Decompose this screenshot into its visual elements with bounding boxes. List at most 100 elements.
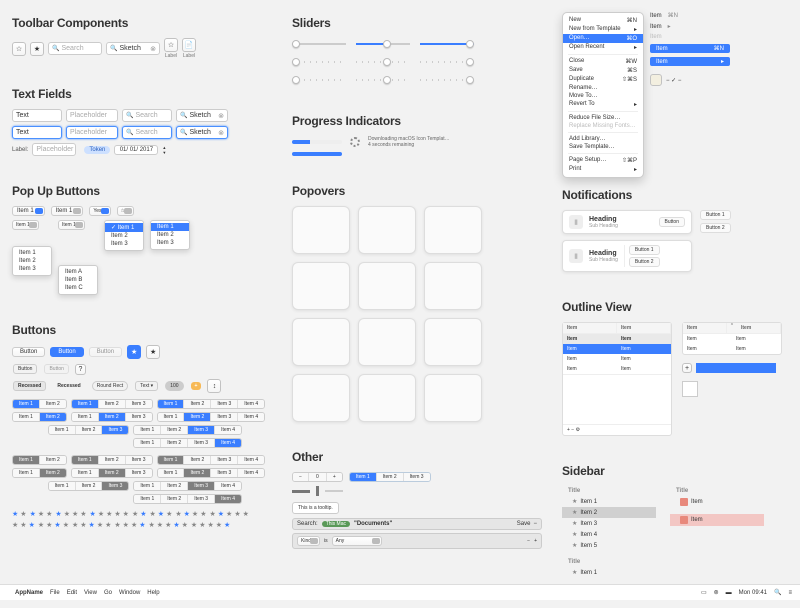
menu-item[interactable]: Save Template…: [563, 143, 643, 151]
notif-button[interactable]: Button: [659, 217, 685, 227]
seg-item[interactable]: Item 3: [211, 456, 238, 464]
spotlight-icon[interactable]: 🔍: [774, 589, 781, 596]
seg-item[interactable]: Item 4: [215, 439, 241, 447]
menu-window[interactable]: Window: [119, 590, 140, 596]
seg-item[interactable]: Item 3: [211, 413, 238, 421]
expand-button[interactable]: ↕: [207, 379, 221, 393]
menu-edit[interactable]: Edit: [67, 590, 77, 596]
searchfield-typed-focused[interactable]: 🔍Sketch⊗: [176, 126, 228, 139]
date-field[interactable]: 01/ 01/ 2017: [114, 145, 158, 155]
slider-ticks[interactable]: [420, 56, 474, 68]
row-selected[interactable]: Item: [563, 344, 617, 354]
seg-item[interactable]: Item 3: [126, 469, 152, 477]
seg-item[interactable]: Item 2: [161, 495, 188, 503]
seg-item[interactable]: Item 1: [134, 495, 161, 503]
rule-any[interactable]: Any: [332, 536, 382, 546]
help-button[interactable]: ?: [75, 364, 86, 375]
seg-item[interactable]: Item 3: [126, 413, 152, 421]
menu-item[interactable]: Item 1: [13, 249, 51, 257]
slider-ticks[interactable]: [356, 74, 410, 86]
seg-item[interactable]: Item 1: [72, 456, 99, 464]
menu-item[interactable]: Item 2: [13, 257, 51, 265]
minus-icon[interactable]: −: [533, 521, 537, 527]
menu-item[interactable]: Page Setup…⇧⌘P: [563, 156, 643, 165]
popup-button[interactable]: Item 1: [12, 206, 45, 216]
list-item[interactable]: Item: [650, 13, 662, 19]
textfield-placeholder[interactable]: Placeholder: [66, 109, 118, 122]
text-chip[interactable]: Text ▾: [135, 381, 158, 391]
seg-item[interactable]: Item 1: [158, 400, 185, 408]
seg-item[interactable]: Item 2: [40, 413, 66, 421]
seg-item[interactable]: Item 3: [126, 400, 152, 408]
seg-item[interactable]: Item 2: [99, 413, 126, 421]
wifi-icon[interactable]: ⊚: [714, 589, 719, 596]
color-swatch[interactable]: [650, 74, 662, 86]
menu-item[interactable]: Item 3: [13, 265, 51, 273]
button-primary[interactable]: Button: [50, 347, 83, 357]
menu-item[interactable]: Open…⌘O: [563, 34, 643, 43]
button-icon[interactable]: ★: [146, 345, 160, 359]
save-link[interactable]: Save: [517, 521, 531, 527]
menu-item[interactable]: Close⌘W: [563, 57, 643, 66]
battery-icon[interactable]: ▬: [726, 590, 732, 596]
display-icon[interactable]: ▭: [701, 589, 707, 596]
seg-item[interactable]: Item 4: [215, 495, 241, 503]
slider[interactable]: [292, 38, 346, 50]
toolbar-search-typed[interactable]: 🔍Sketch⊗: [106, 42, 160, 55]
list-item[interactable]: ★Item 1: [562, 567, 656, 578]
seg-item[interactable]: Item 1: [158, 413, 185, 421]
plus-button[interactable]: +: [191, 382, 202, 390]
row[interactable]: Item: [617, 334, 671, 344]
col-header[interactable]: Item: [563, 323, 617, 333]
menu-item[interactable]: New⌘N: [563, 16, 643, 25]
menu-item[interactable]: Item B: [59, 276, 97, 284]
add-button[interactable]: +: [682, 363, 692, 373]
list-item-selected[interactable]: Item: [656, 59, 668, 65]
textfield-placeholder-focused[interactable]: Placeholder: [66, 126, 118, 139]
notif-action-2[interactable]: Button 2: [629, 257, 660, 267]
textfield-focused[interactable]: Text: [12, 126, 62, 139]
menu-file[interactable]: File: [50, 590, 60, 596]
menu-item[interactable]: Item 2: [105, 232, 143, 240]
token-field[interactable]: Token: [84, 146, 110, 154]
clear-icon[interactable]: ⊗: [150, 45, 156, 53]
textfield-filled[interactable]: Text: [12, 109, 62, 122]
seg-item[interactable]: Item 1: [72, 400, 99, 408]
list-item[interactable]: Item: [650, 24, 662, 30]
seg-item[interactable]: Item 1: [72, 469, 99, 477]
seg-item[interactable]: Item 1: [13, 469, 40, 477]
pill-100[interactable]: 100: [165, 381, 183, 391]
clear-icon[interactable]: ⊗: [218, 112, 224, 120]
color-well[interactable]: [682, 381, 698, 397]
list-item[interactable]: ★Item 1: [562, 496, 656, 507]
seg-item[interactable]: Item 3: [211, 400, 238, 408]
menu-item[interactable]: Duplicate⇧⌘S: [563, 75, 643, 84]
menu-item[interactable]: Item C: [59, 284, 97, 292]
seg-item[interactable]: Item 2: [184, 400, 211, 408]
roundrect-button[interactable]: Round Rect: [92, 381, 128, 391]
rule-add-remove[interactable]: −+: [527, 538, 537, 544]
button-default[interactable]: Button: [12, 347, 45, 357]
slider[interactable]: [420, 38, 474, 50]
menu-item[interactable]: Reduce File Size…: [563, 114, 643, 122]
menu-item-selected[interactable]: Item 1: [151, 223, 189, 231]
toolbar-button-star-outline[interactable]: ☆: [12, 42, 26, 56]
menu-item-selected[interactable]: ✓ Item 1: [105, 223, 143, 232]
app-name[interactable]: AppName: [15, 590, 43, 596]
seg-item[interactable]: Item 2: [161, 482, 188, 490]
seg-item[interactable]: Item 1: [158, 456, 185, 464]
notif-action-2[interactable]: Button 2: [700, 223, 731, 233]
menu-item[interactable]: Item A: [59, 268, 97, 276]
menu-item[interactable]: Rename…: [563, 84, 643, 92]
menu-item[interactable]: Item 2: [151, 231, 189, 239]
seg-item[interactable]: Item 3: [188, 482, 215, 490]
seg-item[interactable]: Item 1: [49, 482, 76, 490]
seg-item[interactable]: Item 1: [72, 413, 99, 421]
seg-item[interactable]: Item 4: [238, 413, 264, 421]
menu-go[interactable]: Go: [104, 590, 112, 596]
seg-item[interactable]: Item 2: [161, 426, 188, 434]
tab-control[interactable]: Item 1Item 2Item 3: [349, 472, 431, 482]
menu-item[interactable]: Revert To▸: [563, 100, 643, 109]
notification-center-icon[interactable]: ≡: [788, 590, 792, 596]
outline-view-2[interactable]: Item⌃Item ItemItem ItemItem: [682, 322, 782, 355]
